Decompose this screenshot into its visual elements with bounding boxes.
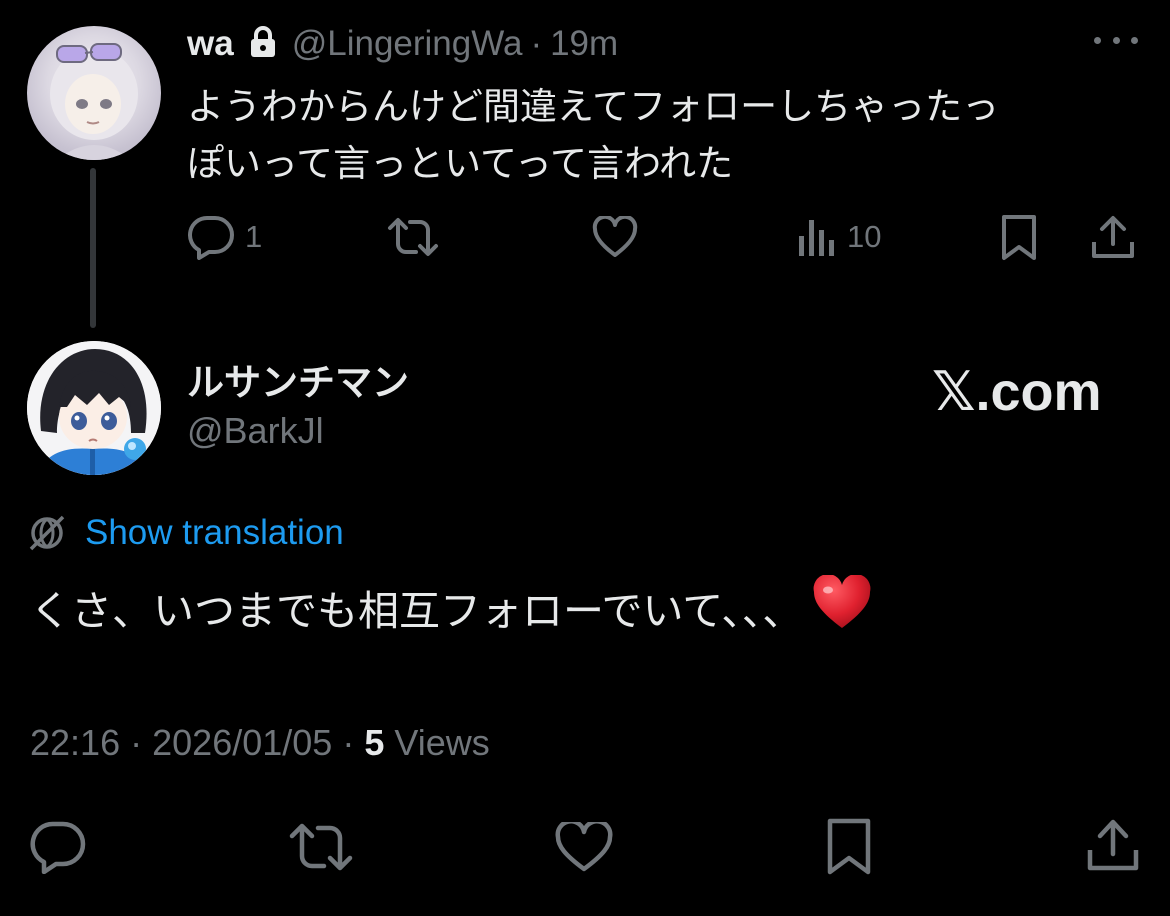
reply-icon <box>30 821 86 874</box>
main-like-button[interactable] <box>555 822 613 872</box>
translation-row: Show translation <box>27 513 344 553</box>
bookmark-icon <box>1002 215 1036 260</box>
like-icon <box>555 822 613 872</box>
views-icon <box>799 220 834 256</box>
main-share-button[interactable] <box>1086 818 1140 872</box>
avatar-barkjl-image <box>27 341 161 475</box>
reply-button[interactable]: 1 <box>187 214 262 260</box>
main-bookmark-button[interactable] <box>826 818 872 876</box>
bookmark-icon <box>827 818 871 875</box>
retweet-icon <box>289 823 353 871</box>
share-button[interactable] <box>1090 214 1136 260</box>
globe-icon <box>29 515 65 551</box>
avatar-barkjl[interactable] <box>27 341 161 475</box>
avatar-lingeringwa[interactable] <box>27 26 161 160</box>
heart-emoji-icon <box>811 574 873 647</box>
xcom-text: 𝕏.com <box>932 362 1102 422</box>
header-separator: · <box>530 24 543 63</box>
main-retweet-button[interactable] <box>288 822 354 872</box>
main-tweet-text: くさ、いつまでも相互フォローでいて、、、 <box>30 574 873 647</box>
meta-separator-1: · <box>130 722 143 763</box>
main-views-count: 5 <box>364 722 385 763</box>
tweet-date[interactable]: 2026/01/05 <box>152 722 332 763</box>
show-translation-link[interactable]: Show translation <box>85 513 344 553</box>
parent-display-name[interactable]: wa <box>187 24 234 64</box>
main-display-name[interactable]: ルサンチマン <box>187 352 409 406</box>
retweet-button[interactable] <box>386 216 440 258</box>
share-icon <box>1087 819 1139 871</box>
reply-count: 1 <box>245 219 263 254</box>
main-handle[interactable]: @BarkJl <box>187 410 324 452</box>
bookmark-button[interactable] <box>1000 214 1038 262</box>
like-button[interactable] <box>592 216 638 258</box>
parent-tweet-header: wa @LingeringWa · 19m <box>187 20 618 68</box>
main-views-label: Views <box>394 722 490 763</box>
tweet-meta: 22:16 · 2026/01/05 · 5 Views <box>30 722 490 764</box>
like-icon <box>592 216 638 257</box>
parent-timestamp[interactable]: 19m <box>550 24 618 64</box>
views-count: 10 <box>847 219 882 254</box>
parent-tweet-text: ようわからんけど間違えてフォローしちゃったっ ぽいって言っといてって言われた <box>187 78 1147 192</box>
retweet-icon <box>388 218 438 256</box>
parent-tweet-text-line1: ようわからんけど間違えてフォローしちゃったっ <box>187 85 1000 128</box>
tweet-time[interactable]: 22:16 <box>30 722 120 763</box>
parent-handle[interactable]: @LingeringWa <box>292 24 523 64</box>
more-icon[interactable] <box>1094 30 1138 50</box>
share-icon <box>1092 216 1134 258</box>
lock-icon <box>248 25 278 64</box>
meta-separator-2: · <box>342 722 355 763</box>
avatar-lingeringwa-image <box>50 43 138 160</box>
thread-connector-line <box>90 168 96 328</box>
views-button[interactable]: 10 <box>797 216 881 258</box>
parent-tweet-text-line2: ぽいって言っといてって言われた <box>187 142 734 185</box>
main-tweet-body: くさ、いつまでも相互フォローでいて、、、 <box>30 587 804 635</box>
xcom-watermark: 𝕏.com <box>932 360 1102 423</box>
reply-icon <box>188 216 234 260</box>
main-reply-button[interactable] <box>30 820 86 874</box>
